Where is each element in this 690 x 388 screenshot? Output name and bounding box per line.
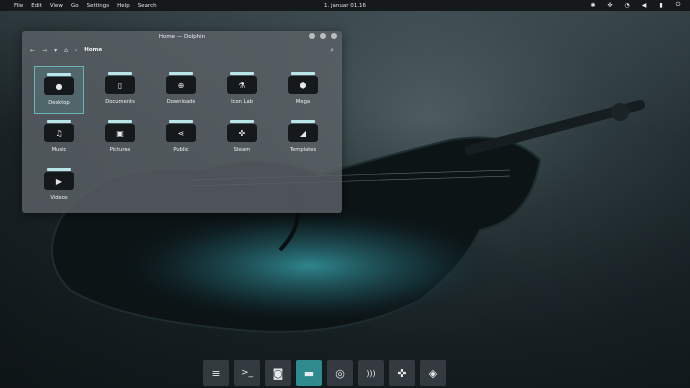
dropdown-icon[interactable]: ▾ <box>54 47 57 54</box>
power-icon[interactable]: ⏻ <box>674 1 682 9</box>
menu-view[interactable]: View <box>50 3 63 9</box>
back-arrow-icon[interactable]: ← <box>30 47 35 54</box>
battery-icon[interactable]: ▮ <box>657 1 665 9</box>
gamepad-icon[interactable]: ✜ <box>389 360 415 386</box>
podcast-icon[interactable]: ))) <box>358 360 384 386</box>
home-icon[interactable]: ⌂ <box>64 47 68 54</box>
folder-label: Downloads <box>166 99 196 105</box>
maximize-button[interactable] <box>320 33 326 39</box>
folder-icon: ⬢ <box>288 72 318 94</box>
folder-mega[interactable]: ⬢ Mega <box>278 66 328 114</box>
folder-public[interactable]: ⋖ Public <box>156 114 206 162</box>
folder-music[interactable]: ♫ Music <box>34 114 84 162</box>
wifi-icon[interactable]: ◔ <box>623 1 631 9</box>
minimize-button[interactable] <box>309 33 315 39</box>
folder-label: Mega <box>295 99 311 105</box>
menu-settings[interactable]: Settings <box>87 3 110 9</box>
folder-icon: ▣ <box>105 120 135 142</box>
folder-label: Public <box>173 147 189 153</box>
folder-downloads[interactable]: ⊕ Downloads <box>156 66 206 114</box>
folder-documents[interactable]: ▯ Documents <box>95 66 145 114</box>
chrome-icon[interactable]: ◎ <box>327 360 353 386</box>
folder-videos[interactable]: ▶ Videos <box>34 162 84 210</box>
system-tray: ✱ ✜ ◔ ◀ ▮ ⏻ <box>589 1 682 9</box>
menu-help[interactable]: Help <box>117 3 130 9</box>
global-menu: File Edit View Go Settings Help Search <box>0 3 157 9</box>
menu-file[interactable]: File <box>14 3 23 9</box>
window-title: Home — Dolphin <box>158 33 206 40</box>
folder-label: Documents <box>105 99 135 105</box>
gamepad-icon[interactable]: ✜ <box>606 1 614 9</box>
top-panel: File Edit View Go Settings Help Search 1… <box>0 0 690 11</box>
folder-templates[interactable]: ◢ Templates <box>278 114 328 162</box>
dolphin-window: Home — Dolphin ← → ▾ ⌂ › Home ⌕ ● Deskto… <box>22 31 342 213</box>
bluetooth-icon[interactable]: ✱ <box>589 1 597 9</box>
folder-label: Desktop <box>48 100 70 106</box>
menu-search[interactable]: Search <box>138 3 157 9</box>
folder-label: Pictures <box>109 147 131 153</box>
briefcase-icon[interactable]: ◙ <box>265 360 291 386</box>
breadcrumb-chevron-icon: › <box>74 46 78 54</box>
folder-label: Music <box>51 147 67 153</box>
folder-icon: ▯ <box>105 72 135 94</box>
folder-label: Videos <box>50 195 68 201</box>
volume-icon[interactable]: ◀ <box>640 1 648 9</box>
folder-icon: ● <box>44 73 74 95</box>
folder-label: Icon Lab <box>231 99 253 105</box>
breadcrumb[interactable]: Home <box>84 47 102 53</box>
folder-icon: ⋖ <box>166 120 196 142</box>
folder-icon-lab[interactable]: ⚗ Icon Lab <box>217 66 267 114</box>
folder-icon: ✜ <box>227 120 257 142</box>
window-titlebar[interactable]: Home — Dolphin <box>22 31 342 42</box>
folder-icon: ⊕ <box>166 72 196 94</box>
forward-arrow-icon[interactable]: → <box>42 47 47 54</box>
window-controls <box>309 33 337 39</box>
folder-steam[interactable]: ✜ Steam <box>217 114 267 162</box>
stack-icon[interactable]: ◈ <box>420 360 446 386</box>
folder-label: Templates <box>289 147 317 153</box>
window-toolbar: ← → ▾ ⌂ › Home ⌕ <box>22 42 342 58</box>
folder-pictures[interactable]: ▣ Pictures <box>95 114 145 162</box>
mixer-icon[interactable]: ≡ <box>203 360 229 386</box>
files-icon[interactable]: ▬ <box>296 360 322 386</box>
folder-icon: ⚗ <box>227 72 257 94</box>
menu-edit[interactable]: Edit <box>31 3 42 9</box>
search-icon[interactable]: ⌕ <box>330 46 334 55</box>
folder-icon: ◢ <box>288 120 318 142</box>
close-button[interactable] <box>331 33 337 39</box>
terminal-icon[interactable]: >_ <box>234 360 260 386</box>
clock[interactable]: 1. januar 01.16 <box>324 3 366 9</box>
folder-desktop[interactable]: ● Desktop <box>34 66 84 114</box>
folder-label: Steam <box>233 147 251 153</box>
folder-icon: ▶ <box>44 168 74 190</box>
dock: ≡ >_ ◙ ▬ ◎ ))) ✜ ◈ <box>203 360 446 386</box>
folder-icon: ♫ <box>44 120 74 142</box>
menu-go[interactable]: Go <box>71 3 79 9</box>
